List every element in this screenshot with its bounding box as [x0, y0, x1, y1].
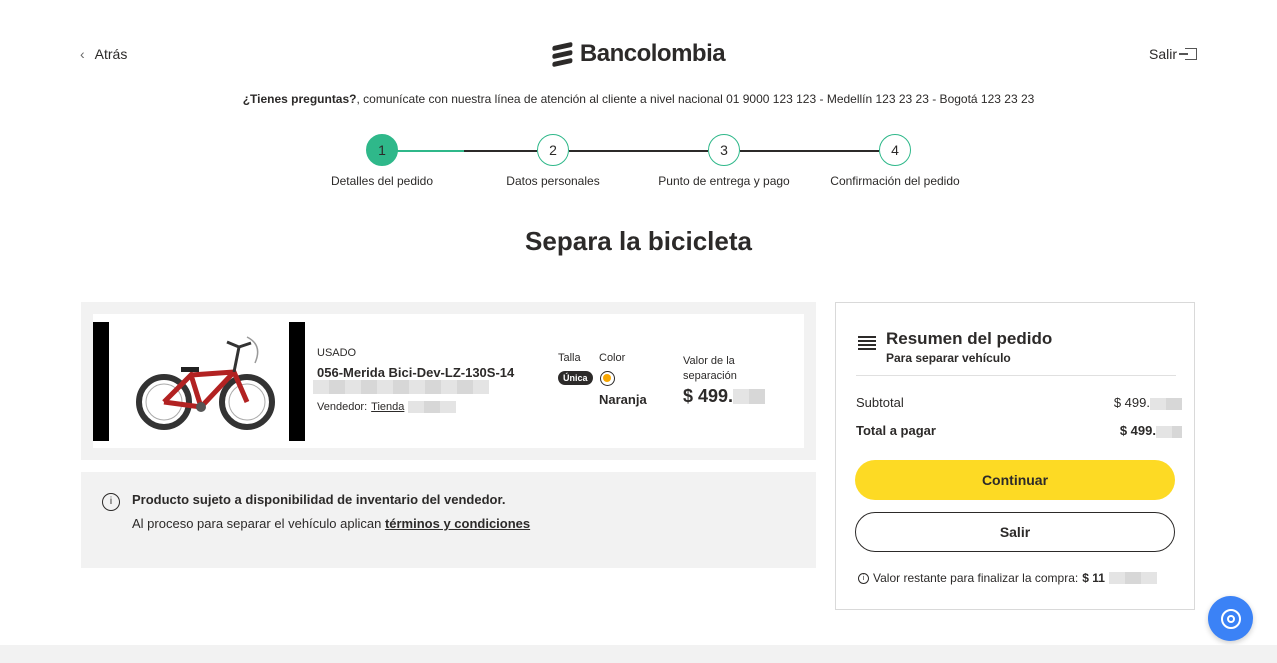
help-line: ¿Tienes preguntas?, comunícate con nuest…	[0, 92, 1277, 106]
total-row: Total a pagar $ 499.	[856, 423, 1182, 438]
subtotal-row: Subtotal $ 499.	[856, 395, 1182, 410]
product-image	[93, 322, 305, 441]
remaining-value: $ 11	[1082, 571, 1105, 585]
list-icon	[858, 336, 876, 350]
color-name: Naranja	[599, 392, 647, 407]
terms-link[interactable]: términos y condiciones	[385, 516, 530, 531]
separation-amount: $ 499.	[683, 386, 734, 406]
step-3-label: Punto de entrega y pago	[658, 174, 790, 188]
seller-link[interactable]: Tienda	[371, 401, 404, 413]
availability-notice: i Producto sujeto a disponibilidad de in…	[81, 472, 816, 568]
step-2-circle: 2	[537, 134, 569, 166]
footer-band	[0, 645, 1277, 663]
step-4-circle: 4	[879, 134, 911, 166]
exit-button[interactable]: Salir	[855, 512, 1175, 552]
stepper-line	[569, 150, 708, 152]
bicycle-photo	[109, 322, 289, 441]
notice-text: Al proceso para separar el vehículo apli…	[132, 516, 530, 531]
top-bar: ‹ Atrás Bancolombia Salir	[80, 40, 1197, 70]
bicycle-icon	[136, 336, 275, 430]
product-card: USADO 056-Merida Bici-Dev-LZ-130S-14 2.4…	[81, 302, 816, 460]
back-label: Atrás	[94, 46, 128, 62]
summary-divider	[856, 375, 1176, 376]
brand-logo: Bancolombia	[551, 40, 726, 68]
color-swatch[interactable]	[600, 371, 615, 386]
color-label: Color	[599, 352, 626, 364]
size-label: Talla	[558, 352, 581, 364]
step-3-circle: 3	[708, 134, 740, 166]
bancolombia-logo-icon	[551, 41, 574, 68]
order-summary: Resumen del pedido Para separar vehículo…	[835, 302, 1195, 610]
redacted-remaining	[1108, 572, 1157, 584]
size-badge: Única	[558, 371, 593, 385]
exit-link[interactable]: Salir	[1149, 46, 1197, 62]
brand-name: Bancolombia	[579, 40, 726, 67]
separation-value: $ 499.	[683, 386, 766, 407]
subtotal-value: $ 499.	[1114, 395, 1182, 410]
product-card-inner: USADO 056-Merida Bici-Dev-LZ-130S-14 2.4…	[93, 314, 804, 448]
continue-button[interactable]: Continuar	[855, 460, 1175, 500]
step-1-circle: 1	[366, 134, 398, 166]
chevron-left-icon: ‹	[80, 46, 85, 62]
stepper-line	[464, 150, 537, 152]
product-seller: Vendedor: Tienda	[317, 401, 457, 413]
subtotal-label: Subtotal	[856, 395, 904, 410]
notice-title: Producto sujeto a disponibilidad de inve…	[132, 492, 506, 507]
step-1-label: Detalles del pedido	[330, 174, 434, 188]
back-button[interactable]: ‹ Atrás	[80, 46, 127, 62]
seller-label: Vendedor:	[317, 401, 368, 413]
help-question: ¿Tienes preguntas?	[242, 92, 357, 106]
page-title: Separa la bicicleta	[525, 226, 752, 256]
progress-stepper: 1 2 3 4 Detalles del pedido Datos person…	[320, 134, 970, 194]
product-condition: USADO	[317, 347, 357, 359]
summary-subtitle: Para separar vehículo	[886, 351, 1011, 365]
redacted-amount	[733, 389, 766, 404]
info-icon: i	[858, 572, 869, 584]
step-2-label: Datos personales	[506, 174, 600, 188]
total-label: Total a pagar	[856, 423, 936, 438]
redacted-product-name	[313, 380, 489, 394]
total-value: $ 499.	[1120, 423, 1182, 438]
notice-body: Al proceso para separar el vehículo apli…	[132, 516, 385, 531]
separation-label: Valor de la separación	[683, 355, 737, 382]
summary-title: Resumen del pedido	[886, 329, 1053, 348]
exit-label: Salir	[1148, 46, 1177, 62]
info-icon: i	[102, 493, 120, 511]
remaining-label: Valor restante para finalizar la compra:	[873, 571, 1079, 585]
chat-assistant-button[interactable]	[1208, 596, 1253, 641]
help-text: , comunícate con nuestra línea de atenci…	[356, 92, 1035, 106]
remaining-balance: i Valor restante para finalizar la compr…	[858, 571, 1157, 585]
stepper-line	[740, 150, 879, 152]
target-icon	[1220, 608, 1241, 629]
step-4-label: Confirmación del pedido	[830, 174, 960, 188]
logout-icon	[1179, 48, 1197, 60]
redacted-seller	[408, 401, 457, 413]
